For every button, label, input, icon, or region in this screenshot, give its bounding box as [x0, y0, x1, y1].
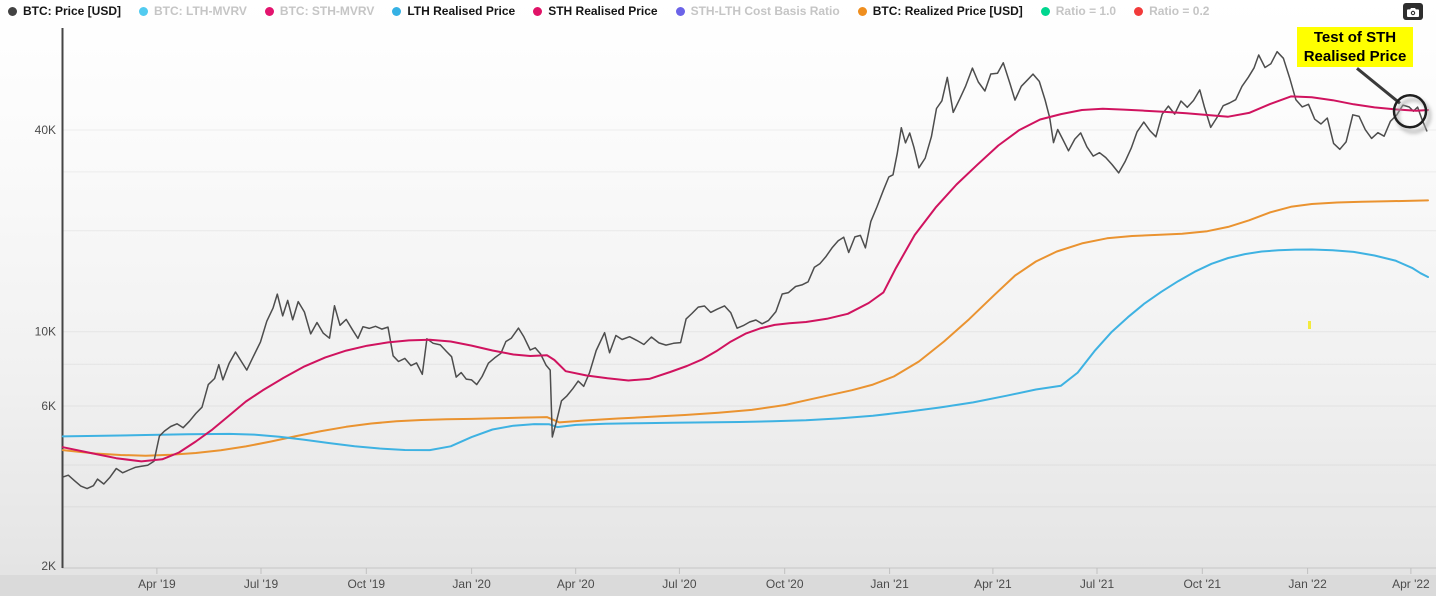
x-axis-label: Apr '21 — [974, 577, 1012, 591]
ratio-1-dot-icon — [1040, 6, 1050, 16]
legend-item-btc-realized-price-usd[interactable]: BTC: Realized Price [USD] — [857, 4, 1023, 18]
y-axis-label: 2K — [41, 559, 56, 573]
legend-item-label: BTC: LTH-MVRV — [154, 4, 247, 18]
chart-window: BTC: Price [USD] BTC: LTH-MVRV BTC: STH-MV… — [0, 0, 1436, 596]
legend-item-label: LTH Realised Price — [407, 4, 516, 18]
btc-realized-price-line — [61, 199, 1429, 457]
legend-item-btc-lth-mvrv[interactable]: BTC: LTH-MVRV — [139, 4, 247, 18]
lth-realised-price-line — [61, 248, 1429, 452]
legend-item-ratio-1-0[interactable]: Ratio = 1.0 — [1040, 4, 1117, 18]
price-chart[interactable]: Apr '19 Jul '19 Oct '19 Jan '20 Apr '20 Jul '… — [0, 0, 1436, 596]
legend-item-sth-realised-price[interactable]: STH Realised Price — [533, 4, 658, 18]
lth-mvrv-dot-icon — [139, 6, 149, 16]
price-dot-icon — [8, 6, 17, 16]
annotation-line2: Realised Price — [1303, 48, 1407, 65]
x-axis-label: Apr '22 — [1392, 577, 1430, 591]
realized-price-dot-icon — [857, 6, 867, 16]
x-axis-label: Jul '20 — [662, 577, 697, 591]
artifact-mark — [1308, 321, 1311, 329]
y-axis-label: 10K — [35, 325, 56, 339]
sth-realised-dot-icon — [533, 6, 543, 16]
legend-item-label: Ratio = 1.0 — [1055, 4, 1117, 18]
x-axis-label: Jul '21 — [1080, 577, 1115, 591]
legend-item-btc-price-usd[interactable]: BTC: Price [USD] — [8, 4, 121, 18]
lth-realised-dot-icon — [392, 6, 402, 16]
legend-item-label: Ratio = 0.2 — [1149, 4, 1210, 18]
sth-realised-price-line — [61, 95, 1429, 463]
x-axis-label: Oct '19 — [347, 577, 385, 591]
legend-item-lth-realised-price[interactable]: LTH Realised Price — [392, 4, 515, 18]
x-axis-label: Jan '22 — [1288, 577, 1327, 591]
y-axis-label: 6K — [41, 399, 56, 413]
legend-item-label: BTC: Realized Price [USD] — [872, 4, 1023, 18]
camera-icon — [1407, 7, 1419, 17]
x-axis-label: Apr '20 — [557, 577, 595, 591]
x-axis-label: Jan '21 — [870, 577, 909, 591]
sth-mvrv-dot-icon — [264, 6, 274, 16]
legend-bar: BTC: Price [USD] BTC: LTH-MVRV BTC: STH-MV… — [8, 4, 1390, 18]
annotation-label: Test of STH Realised Price — [1297, 27, 1413, 67]
x-axis-label: Jul '19 — [244, 577, 279, 591]
legend-item-label: STH-LTH Cost Basis Ratio — [690, 4, 840, 18]
annotation-line1: Test of STH — [1313, 29, 1397, 46]
y-axis-label: 40K — [35, 123, 56, 137]
x-axis-label: Oct '20 — [766, 577, 804, 591]
x-axis-label: Oct '21 — [1183, 577, 1221, 591]
legend-item-sth-lth-cost-basis-ratio[interactable]: STH-LTH Cost Basis Ratio — [675, 4, 840, 18]
btc-price-line — [62, 50, 1428, 490]
ratio-02-dot-icon — [1134, 6, 1144, 16]
legend-item-label: BTC: Price [USD] — [23, 4, 122, 18]
legend-item-ratio-0-2[interactable]: Ratio = 0.2 — [1134, 4, 1209, 18]
cost-basis-ratio-dot-icon — [675, 6, 685, 16]
annotation-arrow — [1356, 67, 1401, 105]
x-axis-label: Jan '20 — [452, 577, 491, 591]
camera-button[interactable] — [1403, 3, 1423, 20]
legend-item-label: BTC: STH-MVRV — [279, 4, 375, 18]
x-axis-label: Apr '19 — [138, 577, 176, 591]
legend-item-btc-sth-mvrv[interactable]: BTC: STH-MVRV — [264, 4, 375, 18]
legend-item-label: STH Realised Price — [548, 4, 658, 18]
